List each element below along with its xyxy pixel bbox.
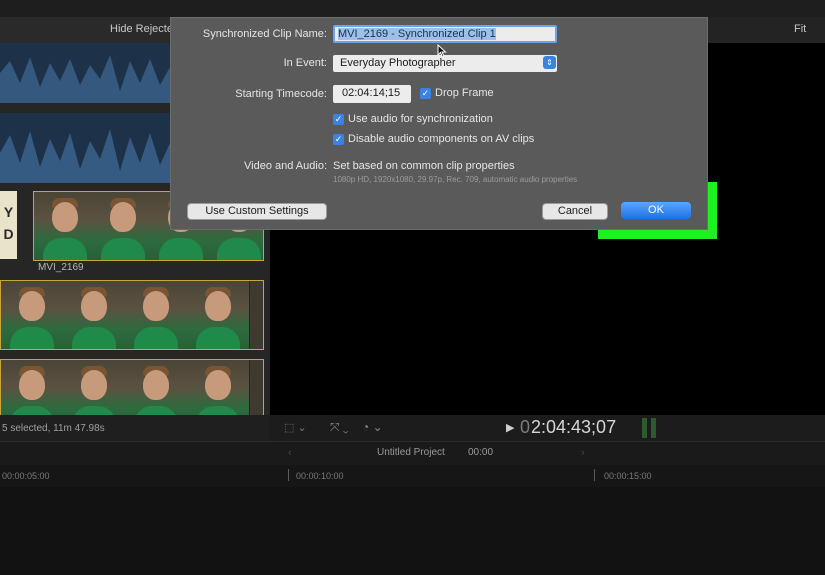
video-audio-value: Set based on common clip properties <box>333 160 515 172</box>
disable-audio-checkbox[interactable]: ✓ <box>333 134 344 145</box>
audio-meter-right <box>651 418 656 438</box>
forward-arrow-icon[interactable]: › <box>581 447 585 459</box>
cancel-button[interactable]: Cancel <box>542 203 608 220</box>
zoom-fit-menu[interactable]: Fit <box>794 23 806 35</box>
drop-frame-checkbox[interactable]: ✓ <box>420 88 431 99</box>
clip-name-value: MVI_2169 - Synchronized Clip 1 <box>338 28 496 40</box>
selection-status: 5 selected, 11m 47.98s <box>2 423 105 434</box>
project-duration: 00:00 <box>468 447 494 458</box>
timeline-ruler[interactable]: 00:00:05:00 00:00:10:00 00:00:15:00 <box>0 465 825 487</box>
ruler-tick-label: 00:00:10:00 <box>296 471 344 481</box>
clip-name-label: MVI_2169 <box>38 262 84 273</box>
mouse-cursor-icon <box>437 44 447 58</box>
project-name: Untitled Project <box>377 447 445 458</box>
clip-name-label: Synchronized Clip Name: <box>202 28 327 40</box>
audio-meter-left <box>642 418 647 438</box>
viewer-controls: ⬚ ⌄ ⤧ ⌄ ◔ ⌄ ▶ 0 2:04:43;07 <box>270 415 825 441</box>
hide-rejected-menu[interactable]: Hide Rejecte <box>110 23 173 35</box>
select-arrows-icon: ⇕ <box>543 56 556 69</box>
ruler-tick-label: 00:00:05:00 <box>2 471 50 481</box>
disable-audio-label: Disable audio components on AV clips <box>348 133 535 145</box>
timecode-display[interactable]: 2:04:43;07 <box>531 417 616 438</box>
timeline-header: ‹ Untitled Project 00:00 › <box>0 441 825 466</box>
clip-thumbnail[interactable] <box>0 359 264 415</box>
video-audio-detail: 1080p HD, 1920x1080, 29.97p, Rec. 709, a… <box>333 175 578 184</box>
speed-icon[interactable]: ◔ ⌄ <box>362 420 383 434</box>
timeline-area[interactable] <box>0 487 825 575</box>
use-custom-settings-button[interactable]: Use Custom Settings <box>187 203 327 220</box>
transform-icon[interactable]: ⤧ ⌄ <box>330 420 349 435</box>
timecode-label: Starting Timecode: <box>235 88 327 100</box>
use-audio-label: Use audio for synchronization <box>348 113 493 125</box>
clip-thumbnail[interactable] <box>0 280 264 350</box>
play-icon[interactable]: ▶ <box>506 421 514 434</box>
starting-timecode-field[interactable]: 02:04:14;15 <box>333 85 411 103</box>
ruler-tick <box>288 469 289 481</box>
browser-status-bar: 5 selected, 11m 47.98s <box>0 415 270 441</box>
back-arrow-icon[interactable]: ‹ <box>288 447 292 459</box>
top-toolbar <box>0 0 825 17</box>
timecode-prefix: 0 <box>520 417 531 437</box>
video-audio-label: Video and Audio: <box>244 160 327 172</box>
synchronized-clip-name-field[interactable]: MVI_2169 - Synchronized Clip 1 <box>333 25 557 43</box>
title-clip-thumbnail[interactable]: Y D <box>0 191 17 259</box>
view-options-icon[interactable]: ⬚ ⌄ <box>284 421 307 434</box>
event-label: In Event: <box>283 57 327 69</box>
event-value: Everyday Photographer <box>340 57 456 69</box>
ruler-tick <box>594 469 595 481</box>
title-clip-text: Y D <box>3 204 14 242</box>
drop-frame-label: Drop Frame <box>435 87 494 99</box>
use-audio-checkbox[interactable]: ✓ <box>333 114 344 125</box>
ok-button[interactable]: OK <box>621 202 691 219</box>
timecode-value: 02:04:14;15 <box>342 87 401 99</box>
ruler-tick-label: 00:00:15:00 <box>604 471 652 481</box>
